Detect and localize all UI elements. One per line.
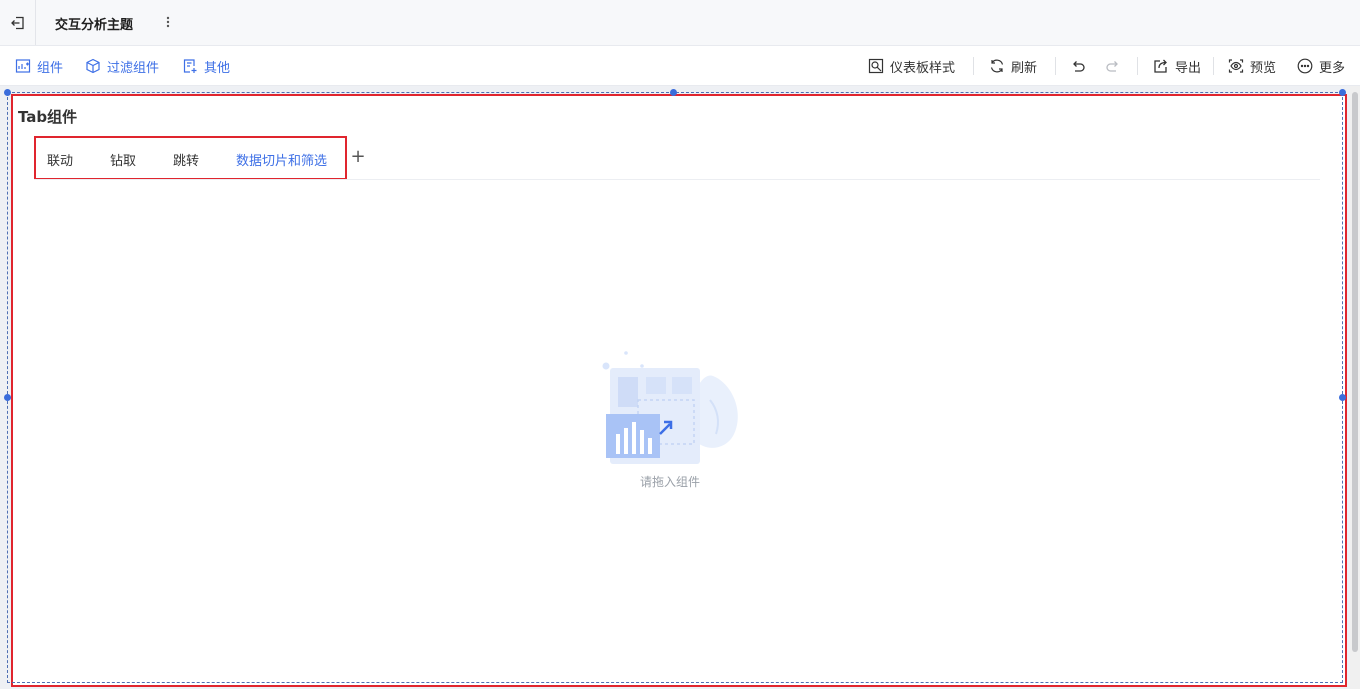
export-icon: [1154, 59, 1167, 73]
toolbar-divider: [1137, 57, 1138, 75]
other-button[interactable]: 其他: [182, 46, 230, 86]
exit-button[interactable]: [0, 0, 36, 45]
toolbar-divider: [973, 57, 974, 75]
undo-button[interactable]: [1070, 46, 1086, 86]
component-title: Tab组件: [18, 108, 78, 126]
more-circle-icon: [1297, 58, 1313, 74]
title-more-button[interactable]: [160, 13, 176, 31]
vertical-ellipsis-icon: [166, 16, 170, 28]
add-tab-button[interactable]: +: [350, 146, 366, 168]
tab-jump[interactable]: 跳转: [173, 150, 199, 169]
filter-component-button[interactable]: 过滤组件: [85, 46, 159, 86]
scrollbar-thumb[interactable]: [1352, 92, 1358, 652]
resize-handle[interactable]: [4, 89, 11, 96]
toolbar-preview-label: 预览: [1250, 60, 1277, 76]
more-button[interactable]: 更多: [1297, 46, 1345, 86]
toolbar-other-label: 其他: [204, 60, 231, 76]
chart-add-icon: [15, 59, 31, 73]
document-add-icon: [183, 59, 197, 73]
tab-linkage[interactable]: 联动: [47, 150, 73, 169]
toolbar-style-label: 仪表板样式: [890, 60, 956, 76]
resize-handle[interactable]: [1339, 89, 1346, 96]
toolbar-export-label: 导出: [1175, 60, 1202, 76]
filter-cube-icon: [86, 58, 100, 74]
page-title: 交互分析主题: [55, 18, 134, 33]
redo-button[interactable]: [1105, 46, 1121, 86]
toolbar: 组件 过滤组件 其他 仪表板样式 刷新 导出 预览 更多: [0, 46, 1360, 86]
resize-handle[interactable]: [4, 394, 11, 401]
preview-button[interactable]: 预览: [1228, 46, 1276, 86]
refresh-button[interactable]: 刷新: [989, 46, 1037, 86]
title-bar: 交互分析主题: [0, 0, 1360, 46]
toolbar-refresh-label: 刷新: [1011, 60, 1038, 76]
resize-handle[interactable]: [1339, 394, 1346, 401]
dashboard-style-icon: [868, 58, 884, 74]
toolbar-divider: [1055, 57, 1056, 75]
toolbar-component-label: 组件: [37, 60, 64, 76]
exit-icon: [10, 16, 24, 29]
tab-divider: [34, 179, 1320, 180]
refresh-icon: [990, 59, 1004, 73]
undo-icon: [1073, 61, 1085, 72]
add-chart-button[interactable]: 组件: [15, 46, 63, 86]
redo-icon: [1106, 61, 1118, 72]
toolbar-more-label: 更多: [1319, 60, 1346, 76]
empty-state-illustration: [598, 350, 748, 468]
tab-drill[interactable]: 钻取: [110, 150, 136, 169]
dashboard-style-button[interactable]: 仪表板样式: [868, 46, 955, 86]
empty-state-text: 请拖入组件: [640, 475, 701, 489]
preview-icon: [1228, 59, 1244, 73]
toolbar-filter-label: 过滤组件: [107, 60, 160, 76]
export-button[interactable]: 导出: [1153, 46, 1201, 86]
toolbar-divider: [1213, 57, 1214, 75]
resize-handle[interactable]: [670, 89, 677, 96]
tab-data-slice-filter[interactable]: 数据切片和筛选: [236, 150, 327, 169]
